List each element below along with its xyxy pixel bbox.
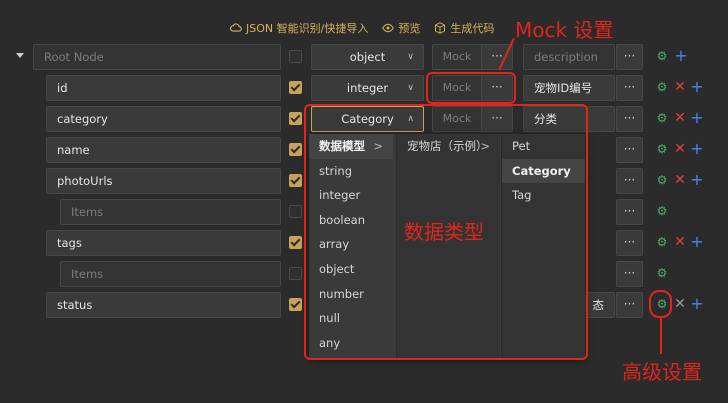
field-name-input[interactable]: id	[46, 75, 281, 101]
mock-input[interactable]: Mock	[432, 44, 482, 70]
delete-icon[interactable]: ✕	[673, 142, 687, 156]
required-checkbox[interactable]	[289, 267, 302, 280]
description-more-button[interactable]: ···	[616, 106, 643, 132]
required-checkbox[interactable]	[289, 143, 302, 156]
required-checkbox[interactable]	[289, 236, 302, 249]
description-more-button[interactable]: ···	[616, 199, 643, 225]
chevron-down-icon: ∨	[407, 83, 414, 93]
toolbar: JSON 智能识别/快捷导入 预览 生成代码	[230, 20, 494, 36]
generate-code-label: 生成代码	[450, 22, 495, 35]
delete-icon[interactable]: ✕	[673, 235, 687, 249]
annotation-mock-settings: Mock 设置	[515, 18, 614, 42]
root-name-input[interactable]: Root Node	[33, 44, 281, 70]
type-value: object	[349, 50, 386, 64]
description-more-button[interactable]: ···	[616, 230, 643, 256]
annotation-box-gear	[649, 290, 672, 318]
generate-code-button[interactable]: 生成代码	[434, 20, 494, 36]
json-import-button[interactable]: JSON 智能识别/快捷导入	[230, 20, 368, 36]
required-checkbox[interactable]	[289, 174, 302, 187]
delete-icon[interactable]: ✕	[673, 297, 687, 311]
annotation-advanced-settings: 高级设置	[622, 360, 702, 384]
table-row: id integer ∨ Mock ··· 宠物ID编号 ··· ⚙ ✕ +	[0, 75, 728, 101]
json-import-label: JSON 智能识别/快捷导入	[246, 22, 369, 35]
gear-icon[interactable]: ⚙	[655, 173, 669, 187]
field-name-input[interactable]: name	[46, 137, 281, 163]
type-select[interactable]: integer ∨	[311, 75, 424, 101]
description-input[interactable]: 宠物ID编号	[523, 75, 615, 101]
annotation-box-mock	[426, 72, 516, 104]
cube-icon	[435, 22, 446, 34]
required-checkbox[interactable]	[289, 50, 302, 63]
required-checkbox[interactable]	[289, 81, 302, 94]
chevron-down-icon: ∨	[407, 52, 414, 62]
gear-icon[interactable]: ⚙	[655, 80, 669, 94]
items-name-input[interactable]: Items	[60, 199, 281, 225]
description-more-button[interactable]: ···	[616, 292, 643, 318]
description-more-button[interactable]: ···	[616, 261, 643, 287]
gear-icon[interactable]: ⚙	[655, 235, 669, 249]
description-more-button[interactable]: ···	[616, 75, 643, 101]
add-icon[interactable]: +	[690, 141, 704, 157]
gear-icon[interactable]: ⚙	[655, 111, 669, 125]
delete-icon[interactable]: ✕	[673, 111, 687, 125]
collapse-icon[interactable]	[16, 53, 24, 58]
root-row: Root Node object ∨ Mock ··· description …	[0, 44, 728, 70]
type-value: integer	[346, 81, 389, 95]
add-icon[interactable]: +	[690, 296, 704, 312]
annotation-data-type: 数据类型	[404, 220, 484, 244]
add-icon[interactable]: +	[690, 79, 704, 95]
add-icon[interactable]: +	[690, 110, 704, 126]
gear-icon[interactable]: ⚙	[655, 49, 669, 63]
description-more-button[interactable]: ···	[616, 137, 643, 163]
cloud-icon	[230, 23, 242, 32]
field-name-input[interactable]: tags	[46, 230, 281, 256]
add-icon[interactable]: +	[690, 234, 704, 250]
description-value: 态	[592, 298, 605, 312]
items-name-input[interactable]: Items	[60, 261, 281, 287]
field-name-input[interactable]: photoUrls	[46, 168, 281, 194]
required-checkbox[interactable]	[289, 205, 302, 218]
gear-icon[interactable]: ⚙	[655, 204, 669, 218]
delete-icon[interactable]: ✕	[673, 80, 687, 94]
required-checkbox[interactable]	[289, 112, 302, 125]
preview-button[interactable]: 预览	[382, 20, 420, 36]
description-more-button[interactable]: ···	[616, 168, 643, 194]
gear-icon[interactable]: ⚙	[655, 266, 669, 280]
field-name-input[interactable]: category	[46, 106, 281, 132]
delete-icon[interactable]: ✕	[673, 173, 687, 187]
annotation-line	[660, 318, 662, 354]
add-icon[interactable]: +	[674, 48, 688, 64]
root-type-select[interactable]: object ∨	[311, 44, 424, 70]
required-checkbox[interactable]	[289, 298, 302, 311]
add-icon[interactable]: +	[690, 172, 704, 188]
field-name-input[interactable]: status	[46, 292, 281, 318]
description-more-button[interactable]: ···	[616, 44, 643, 70]
preview-label: 预览	[398, 22, 421, 35]
gear-icon[interactable]: ⚙	[655, 142, 669, 156]
description-input[interactable]: description	[523, 44, 615, 70]
eye-icon	[382, 23, 395, 33]
